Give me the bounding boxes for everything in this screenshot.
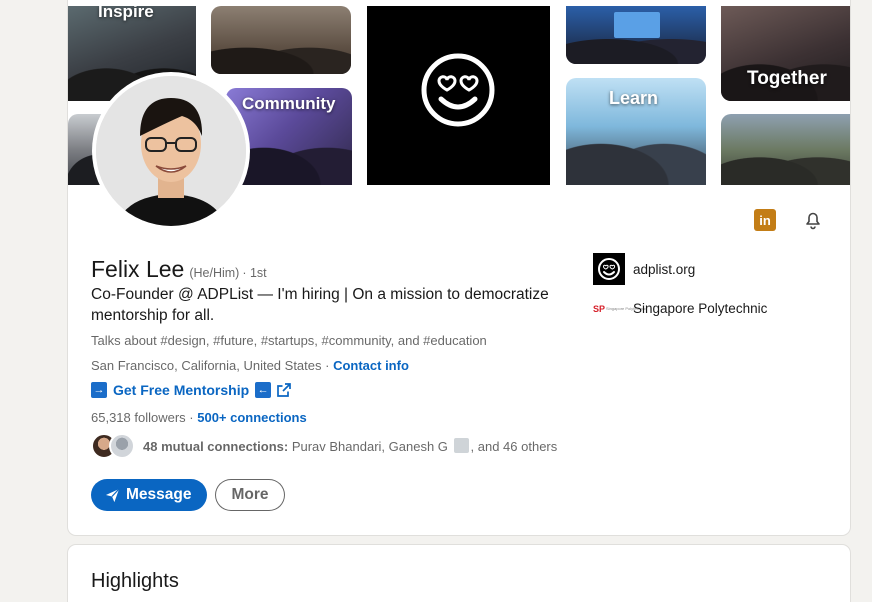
- adplist-logo-icon: [593, 253, 625, 285]
- profile-headline: Co-Founder @ ADPList — I'm hiring | On a…: [91, 286, 549, 324]
- more-label: More: [231, 486, 269, 503]
- message-label: Message: [126, 486, 192, 503]
- profile-pronouns: (He/Him): [189, 266, 240, 280]
- connections-link[interactable]: 500+ connections: [197, 410, 306, 425]
- bell-icon[interactable]: [803, 210, 823, 230]
- location-row: San Francisco, California, United States…: [91, 358, 409, 373]
- company-name: adplist.org: [633, 261, 696, 277]
- avatar-photo: [96, 76, 246, 226]
- mutual-connections[interactable]: 48 mutual connections: Purav Bhandari, G…: [91, 433, 557, 459]
- highlights-card: Highlights: [68, 545, 850, 602]
- arrow-left-icon: ←: [255, 382, 272, 398]
- crowd-photo: [566, 29, 706, 64]
- banner-tile-event: [566, 6, 706, 64]
- current-company[interactable]: adplist.org: [593, 253, 695, 285]
- banner-tile-group: [211, 6, 351, 74]
- message-button[interactable]: Message: [91, 479, 208, 511]
- profile-card: Inspire Community Learn Together in Feli…: [68, 0, 850, 535]
- mentorship-label: Get Free Mentorship: [113, 382, 250, 398]
- banner-tile-logo: [367, 6, 550, 185]
- followers-row: 65,318 followers · 500+ connections: [91, 410, 307, 425]
- crowd-photo: [721, 142, 850, 185]
- contact-info-link[interactable]: Contact info: [333, 358, 409, 373]
- more-button[interactable]: More: [215, 479, 285, 511]
- talks-about: Talks about #design, #future, #startups,…: [91, 333, 487, 348]
- profile-location: San Francisco, California, United States: [91, 358, 322, 373]
- mutual-others: , and 46 others: [470, 439, 558, 454]
- highlights-title: Highlights: [91, 570, 179, 592]
- school-name: Singapore Polytechnic: [633, 301, 768, 316]
- top-actions: in: [754, 209, 823, 231]
- linkedin-premium-icon[interactable]: in: [754, 209, 776, 231]
- heart-eyes-smiley-icon: [598, 258, 620, 280]
- banner-label-inspire: Inspire: [98, 6, 154, 21]
- profile-avatar[interactable]: [92, 72, 250, 230]
- connection-degree: · 1st: [242, 266, 267, 280]
- mutual-count: 48 mutual connections:: [143, 439, 289, 454]
- person-photo-icon: [96, 76, 246, 226]
- heart-eyes-smiley-icon: [421, 53, 495, 127]
- location-separator: ·: [321, 358, 334, 373]
- linkedin-glyph: in: [759, 212, 771, 228]
- mentorship-link[interactable]: → Get Free Mentorship ←: [91, 382, 291, 398]
- crowd-photo: [566, 120, 706, 185]
- school-logo-icon: SP Singapore Polytechnic: [593, 302, 646, 316]
- mutual-connections-text: 48 mutual connections: Purav Bhandari, G…: [143, 438, 557, 454]
- banner-label-together: Together: [747, 68, 827, 89]
- banner-tile-together: Together: [721, 6, 850, 101]
- banner-label-learn: Learn: [609, 88, 659, 108]
- hand-emoji-icon: [453, 438, 469, 453]
- school-logo-letters: SP: [593, 303, 606, 314]
- profile-name: Felix Lee: [91, 256, 185, 282]
- name-row: Felix Lee (He/Him) · 1st: [91, 256, 267, 283]
- education[interactable]: SP Singapore Polytechnic Singapore Polyt…: [593, 301, 767, 316]
- send-icon: [105, 488, 120, 502]
- arrow-right-icon: →: [91, 382, 107, 398]
- followers-separator: ·: [185, 410, 198, 425]
- mutual-names: Purav Bhandari, Ganesh G: [288, 439, 448, 454]
- followers-count: 65,318 followers: [91, 410, 186, 425]
- external-link-icon: [277, 383, 291, 397]
- action-buttons: Message More: [91, 479, 285, 511]
- banner-tile-learn: Learn: [566, 78, 706, 185]
- mutual-avatar: [109, 433, 135, 459]
- banner-tile-outdoor: [721, 114, 850, 185]
- banner-label-community: Community: [242, 94, 336, 113]
- crowd-photo: [211, 33, 351, 74]
